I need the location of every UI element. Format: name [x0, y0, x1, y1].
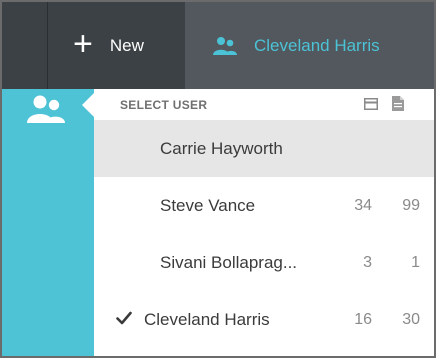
- user-count-primary: 16: [354, 310, 372, 328]
- users-icon: [213, 36, 237, 55]
- left-rail: [2, 89, 94, 356]
- tab-current-user[interactable]: Cleveland Harris: [185, 2, 434, 89]
- user-name: Cleveland Harris: [144, 309, 270, 329]
- user-row-sivani-bollaprag[interactable]: Sivani Bollaprag... 3 1: [94, 234, 434, 291]
- user-row-steve-vance[interactable]: Steve Vance 34 99: [94, 177, 434, 234]
- user-count-secondary: 1: [411, 253, 420, 271]
- user-count-primary: 34: [354, 196, 372, 214]
- checkmark-icon: [116, 311, 132, 325]
- rail-pointer: [82, 93, 94, 117]
- panel-header: SELECT USER: [94, 89, 434, 120]
- app-window: + New Cleveland Harris SELECT USER Carri…: [0, 0, 436, 358]
- plus-icon: +: [73, 24, 93, 63]
- new-button[interactable]: + New: [48, 2, 185, 89]
- user-name: Sivani Bollaprag...: [160, 252, 298, 272]
- user-count-secondary: 30: [402, 310, 420, 328]
- top-toolbar: + New Cleveland Harris: [2, 2, 434, 89]
- new-button-label: New: [109, 35, 144, 55]
- user-row-cleveland-harris[interactable]: Cleveland Harris 16 30: [94, 291, 434, 348]
- document-icon[interactable]: [392, 96, 404, 111]
- user-count-primary: 3: [363, 253, 372, 271]
- current-user-name: Cleveland Harris: [254, 35, 380, 55]
- card-icon[interactable]: [364, 98, 378, 110]
- user-name: Steve Vance: [160, 195, 256, 215]
- user-count-secondary: 99: [402, 196, 420, 214]
- user-row-carrie-hayworth[interactable]: Carrie Hayworth: [94, 120, 434, 177]
- panel-title: SELECT USER: [120, 97, 208, 112]
- select-user-panel: SELECT USER Carrie Hayworth Steve Vance …: [94, 89, 434, 356]
- users-icon[interactable]: [26, 94, 66, 124]
- user-name: Carrie Hayworth: [160, 138, 283, 158]
